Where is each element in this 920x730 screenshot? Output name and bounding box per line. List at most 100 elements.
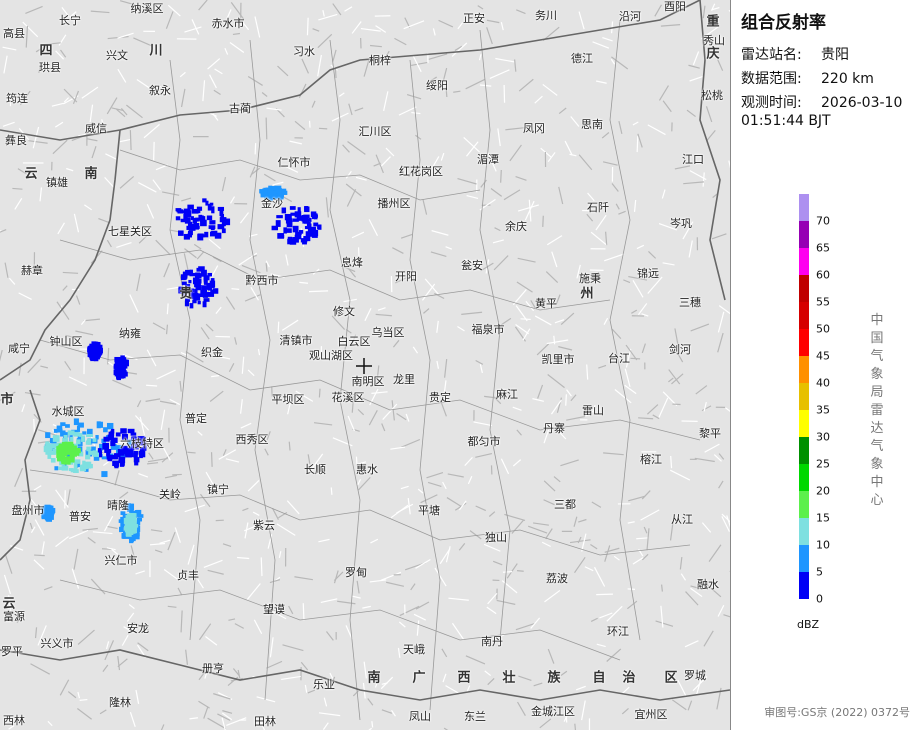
- city-label[interactable]: 兴文: [106, 47, 128, 63]
- city-label[interactable]: 黄平: [535, 295, 557, 311]
- radar-map[interactable]: 四川云南贵州重庆市云南广西壮族自治区高县 长宁 纳溪区 赤水市 正安 务川 沿河 酉阳 珙县 兴文…: [0, 0, 730, 730]
- city-label[interactable]: 镇雄: [46, 174, 68, 190]
- city-label[interactable]: 岑巩: [670, 215, 692, 231]
- city-label[interactable]: 乐业: [313, 676, 335, 692]
- city-label[interactable]: 荔波: [546, 570, 568, 586]
- city-label[interactable]: 惠水: [356, 461, 378, 477]
- city-label[interactable]: 麻江: [496, 386, 518, 402]
- city-label[interactable]: 田林: [254, 713, 276, 729]
- city-label[interactable]: 桐梓: [369, 52, 391, 68]
- city-label[interactable]: 富源: [3, 608, 25, 624]
- city-label[interactable]: 西林: [3, 712, 25, 728]
- city-label[interactable]: 播州区: [378, 195, 411, 211]
- city-label[interactable]: 筠连: [6, 90, 28, 106]
- city-label[interactable]: 融水: [697, 576, 719, 592]
- city-label[interactable]: 榕江: [640, 451, 662, 467]
- city-label[interactable]: 龙里: [393, 371, 415, 387]
- city-label[interactable]: 七星关区: [108, 223, 152, 239]
- city-label[interactable]: 关岭: [159, 486, 181, 502]
- city-label[interactable]: 石阡: [587, 199, 609, 215]
- city-label[interactable]: 台江: [608, 350, 630, 366]
- city-label[interactable]: 西秀区: [236, 431, 269, 447]
- city-label[interactable]: 贞丰: [177, 567, 199, 583]
- city-label[interactable]: 凤冈: [523, 120, 545, 136]
- city-label[interactable]: 黎平: [699, 425, 721, 441]
- city-label[interactable]: 习水: [293, 43, 315, 59]
- city-label[interactable]: 长顺: [304, 461, 326, 477]
- city-label[interactable]: 普安: [69, 508, 91, 524]
- city-label[interactable]: 环江: [607, 623, 629, 639]
- city-label[interactable]: 江口: [682, 151, 704, 167]
- city-label[interactable]: 金沙: [261, 195, 283, 211]
- city-label[interactable]: 乌当区: [372, 324, 405, 340]
- city-label[interactable]: 修文: [333, 303, 355, 319]
- city-label[interactable]: 紫云: [253, 517, 275, 533]
- city-label[interactable]: 钟山区: [50, 333, 83, 349]
- city-label[interactable]: 隆林: [109, 694, 131, 710]
- city-label[interactable]: 务川: [535, 7, 557, 23]
- city-label[interactable]: 湄潭: [477, 151, 499, 167]
- city-label[interactable]: 丹寨: [543, 420, 565, 436]
- city-label[interactable]: 纳雍: [119, 325, 141, 341]
- city-label[interactable]: 平坝区: [272, 391, 305, 407]
- city-label[interactable]: 观山湖区: [309, 347, 353, 363]
- city-label[interactable]: 三都: [554, 496, 576, 512]
- city-label[interactable]: 长宁: [59, 12, 81, 28]
- city-label[interactable]: 息烽: [341, 254, 363, 270]
- city-label[interactable]: 册亨: [202, 660, 224, 676]
- city-label[interactable]: 余庆: [505, 218, 527, 234]
- city-label[interactable]: 兴仁市: [105, 552, 138, 568]
- city-label[interactable]: 正安: [463, 10, 485, 26]
- city-label[interactable]: 罗甸: [345, 564, 367, 580]
- city-label[interactable]: 瓮安: [461, 257, 483, 273]
- city-label[interactable]: 汇川区: [359, 123, 392, 139]
- city-label[interactable]: 织金: [201, 344, 223, 360]
- city-label[interactable]: 古蔺: [229, 100, 251, 116]
- city-label[interactable]: 晴隆: [107, 497, 129, 513]
- city-label[interactable]: 花溪区: [332, 389, 365, 405]
- city-label[interactable]: 沿河: [619, 8, 641, 24]
- city-label[interactable]: 凯里市: [542, 351, 575, 367]
- city-label[interactable]: 酉阳: [664, 0, 686, 14]
- city-label[interactable]: 六枝特区: [120, 435, 164, 451]
- city-label[interactable]: 宜州区: [635, 706, 668, 722]
- city-label[interactable]: 东兰: [464, 708, 486, 724]
- city-label[interactable]: 南明区: [352, 373, 385, 389]
- city-label[interactable]: 雷山: [582, 402, 604, 418]
- city-label[interactable]: 咸宁: [8, 340, 30, 356]
- city-label[interactable]: 镇宁: [207, 481, 229, 497]
- city-label[interactable]: 福泉市: [472, 321, 505, 337]
- city-label[interactable]: 纳溪区: [131, 0, 164, 16]
- city-label[interactable]: 罗平: [1, 643, 23, 659]
- city-label[interactable]: 普定: [185, 410, 207, 426]
- city-label[interactable]: 绥阳: [426, 77, 448, 93]
- city-label[interactable]: 叙永: [149, 82, 171, 98]
- city-label[interactable]: 三穗: [679, 294, 701, 310]
- city-label[interactable]: 天峨: [403, 641, 425, 657]
- city-label[interactable]: 高县: [3, 25, 25, 41]
- city-label[interactable]: 凤山: [409, 708, 431, 724]
- city-label[interactable]: 松桃: [701, 87, 723, 103]
- city-label[interactable]: 水城区: [52, 403, 85, 419]
- city-label[interactable]: 仁怀市: [278, 154, 311, 170]
- city-label[interactable]: 安龙: [127, 620, 149, 636]
- city-label[interactable]: 兴义市: [41, 635, 74, 651]
- city-label[interactable]: 威信: [85, 120, 107, 136]
- city-label[interactable]: 秀山: [703, 32, 725, 48]
- city-label[interactable]: 罗城: [684, 667, 706, 683]
- city-label[interactable]: 施秉: [579, 270, 601, 286]
- city-label[interactable]: 金城江区: [531, 703, 575, 719]
- city-label[interactable]: 彝良: [5, 132, 27, 148]
- city-label[interactable]: 平塘: [418, 502, 440, 518]
- city-label[interactable]: 独山: [485, 529, 507, 545]
- city-label[interactable]: 黔西市: [246, 272, 279, 288]
- city-label[interactable]: 贵定: [429, 389, 451, 405]
- city-label[interactable]: 望谟: [263, 601, 285, 617]
- city-label[interactable]: 清镇市: [280, 332, 313, 348]
- city-label[interactable]: 珙县: [39, 59, 61, 75]
- city-label[interactable]: 赫章: [21, 262, 43, 278]
- city-label[interactable]: 剑河: [669, 341, 691, 357]
- city-label[interactable]: 锦远: [637, 265, 659, 281]
- city-label[interactable]: 红花岗区: [399, 163, 443, 179]
- city-label[interactable]: 都匀市: [468, 433, 501, 449]
